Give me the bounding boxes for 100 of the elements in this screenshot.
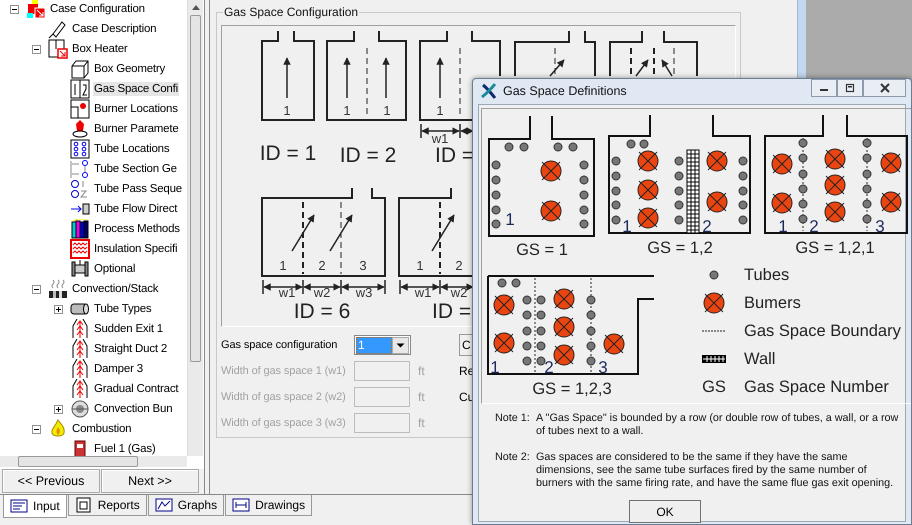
duct-arrow-icon xyxy=(70,359,90,379)
app-logo-icon xyxy=(481,82,497,98)
note-label: Note 1: xyxy=(495,412,531,426)
legend-label: Wall xyxy=(744,350,776,368)
horizontal-scrollbar[interactable] xyxy=(0,456,187,468)
id-label: ID = 2 xyxy=(340,144,396,167)
bottom-tab[interactable]: Graphs xyxy=(148,495,224,516)
tree-item[interactable]: Burner Paramete xyxy=(93,122,180,136)
fan-icon xyxy=(70,399,90,419)
zone-number: 2 xyxy=(455,258,463,273)
field-label: Gas space configuration xyxy=(221,339,338,351)
zone-number: 1 xyxy=(505,210,515,229)
burner-icon xyxy=(70,119,90,139)
vertical-scrollbar[interactable] xyxy=(187,0,203,456)
zone-number: 3 xyxy=(875,217,885,236)
nav-button[interactable]: << Previous xyxy=(2,469,100,494)
zone-number: 2 xyxy=(544,358,554,377)
tree-item[interactable]: Gas Space Confi xyxy=(93,82,179,96)
minimize-button[interactable] xyxy=(811,79,837,97)
close-icon xyxy=(878,83,890,93)
zone-number: 1 xyxy=(383,103,391,118)
zone-number: 2 xyxy=(318,258,326,273)
dialog-title: Gas Space Definitions xyxy=(503,84,627,98)
tree-item[interactable]: Tube Section Ge xyxy=(93,162,178,176)
maximize-icon xyxy=(844,83,856,93)
pencil-icon xyxy=(48,19,68,39)
tree-item[interactable]: Case Configuration xyxy=(49,2,146,16)
close-button[interactable] xyxy=(863,79,906,97)
id-label: ID = 6 xyxy=(294,300,350,323)
collapse-toggle[interactable] xyxy=(10,4,18,14)
tree-item[interactable]: Convection Bun xyxy=(93,402,174,416)
example-label: GS = 1 xyxy=(516,240,568,260)
ok-button[interactable]: OK xyxy=(629,500,701,523)
zone-number: 1 xyxy=(416,258,424,273)
unit-label: ft xyxy=(417,416,426,430)
width-label: w1 xyxy=(432,131,448,146)
duct-arrow-icon xyxy=(70,339,90,359)
legend-label: Gas Space Number xyxy=(744,378,889,396)
example-label: GS = 1,2 xyxy=(647,238,713,258)
tree-item[interactable]: Combustion xyxy=(71,422,132,436)
unit-label: ft xyxy=(417,364,426,378)
id-label: ID = xyxy=(432,300,472,323)
zone-number: 1 xyxy=(490,358,500,377)
bottom-tab[interactable]: Reports xyxy=(68,495,147,516)
width-label: w2 xyxy=(450,285,468,300)
tree-item[interactable]: Case Description xyxy=(71,22,158,36)
report-icon xyxy=(74,497,93,513)
tree-item[interactable]: Fuel 1 (Gas) xyxy=(93,442,157,456)
scroll-up-icon[interactable] xyxy=(192,5,200,10)
width-label: w1 xyxy=(414,285,432,300)
zone-number: 3 xyxy=(359,258,367,273)
tree-item[interactable]: Damper 3 xyxy=(93,362,144,376)
tree-item[interactable]: Optional xyxy=(93,262,136,276)
width-label: w3 xyxy=(356,285,372,300)
tree-item[interactable]: Box Heater xyxy=(71,42,129,56)
zone-number: 1 xyxy=(343,103,351,118)
legend-label: Tubes xyxy=(744,266,790,284)
dotted-box-icon xyxy=(70,139,90,159)
legend-label: Bumers xyxy=(744,294,801,312)
tree-item[interactable]: Sudden Exit 1 xyxy=(93,322,164,336)
tree-item[interactable]: Gradual Contract xyxy=(93,382,180,396)
tree-item[interactable]: Tube Locations xyxy=(93,142,170,156)
tree-item[interactable]: Box Geometry xyxy=(93,62,166,76)
duct-arrow-icon xyxy=(70,379,90,399)
nav-button[interactable]: Next >> xyxy=(101,469,199,494)
tree-item[interactable]: Tube Flow Direct xyxy=(93,202,178,216)
tree-item[interactable]: Insulation Specifi xyxy=(93,242,178,256)
expand-toggle[interactable] xyxy=(54,404,62,414)
zone-number: 2 xyxy=(702,217,712,236)
example-label: GS = 1,2,3 xyxy=(532,379,612,399)
width-label: w1 xyxy=(278,285,296,300)
stack-icon xyxy=(48,279,68,299)
example-label: GS = 1,2,1 xyxy=(795,238,875,258)
tube-icon xyxy=(709,270,719,280)
tree-item[interactable]: Straight Duct 2 xyxy=(93,342,168,356)
burner-icon xyxy=(703,292,725,314)
bottom-tab[interactable]: Drawings xyxy=(225,495,312,516)
group-title: Gas Space Configuration xyxy=(223,5,360,19)
note-text: Gas spaces are considered to be the same if they have the same dimensions, see the same tube surfaces fired by the same number of burners with the same firing rate, and have the same flue gas exit opening. xyxy=(536,451,894,490)
cube-icon xyxy=(70,59,90,79)
id-label: ID = 1 xyxy=(260,142,316,165)
tree-item[interactable]: Tube Types xyxy=(93,302,152,316)
tree-item[interactable]: Process Methods xyxy=(93,222,181,236)
collapse-toggle[interactable] xyxy=(32,284,40,294)
maximize-button[interactable] xyxy=(837,79,863,97)
collapse-toggle[interactable] xyxy=(32,44,40,54)
expand-toggle[interactable] xyxy=(54,304,62,314)
zigzag-icon xyxy=(70,239,90,259)
collapse-toggle[interactable] xyxy=(32,424,40,434)
tree-item[interactable]: Tube Pass Seque xyxy=(93,182,183,196)
dashed-line-icon xyxy=(702,330,726,332)
zone-number: 1 xyxy=(283,103,291,118)
dimension-icon xyxy=(70,159,90,179)
note-text: A "Gas Space" is bounded by a row (or double row of tubes, a wall, or a row of tubes next to a wall. xyxy=(536,412,900,438)
box-arrow-icon xyxy=(48,39,68,59)
form-icon xyxy=(10,498,28,514)
tree-item[interactable]: Burner Locations xyxy=(93,102,179,116)
bottom-tab[interactable]: Input xyxy=(3,495,67,518)
tree-item[interactable]: Convection/Stack xyxy=(71,282,160,296)
duct-arrow-icon xyxy=(70,319,90,339)
